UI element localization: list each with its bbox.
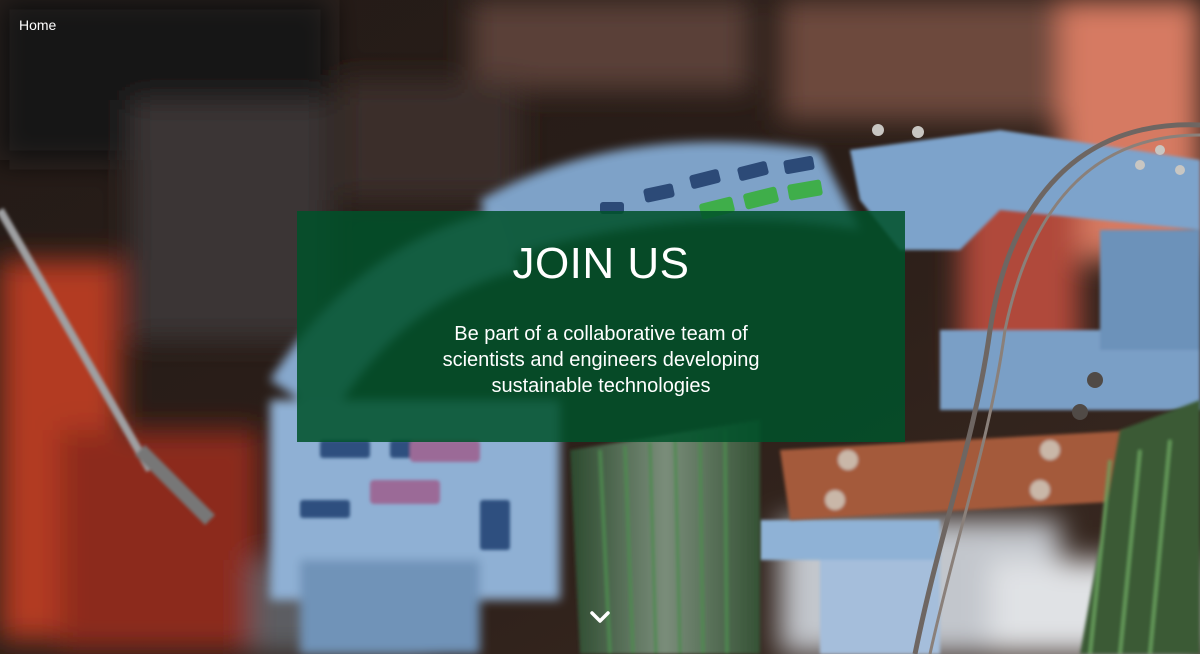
join-us-banner: JOIN US Be part of a collaborative team … <box>297 211 905 442</box>
chevron-down-icon[interactable] <box>589 606 611 628</box>
hero-description: Be part of a collaborative team of scien… <box>442 323 760 397</box>
breadcrumb-home-link[interactable]: Home <box>19 17 56 33</box>
page-title: JOIN US <box>512 239 690 288</box>
hero-section: Home JOIN US Be part of a collaborative … <box>0 0 1200 654</box>
